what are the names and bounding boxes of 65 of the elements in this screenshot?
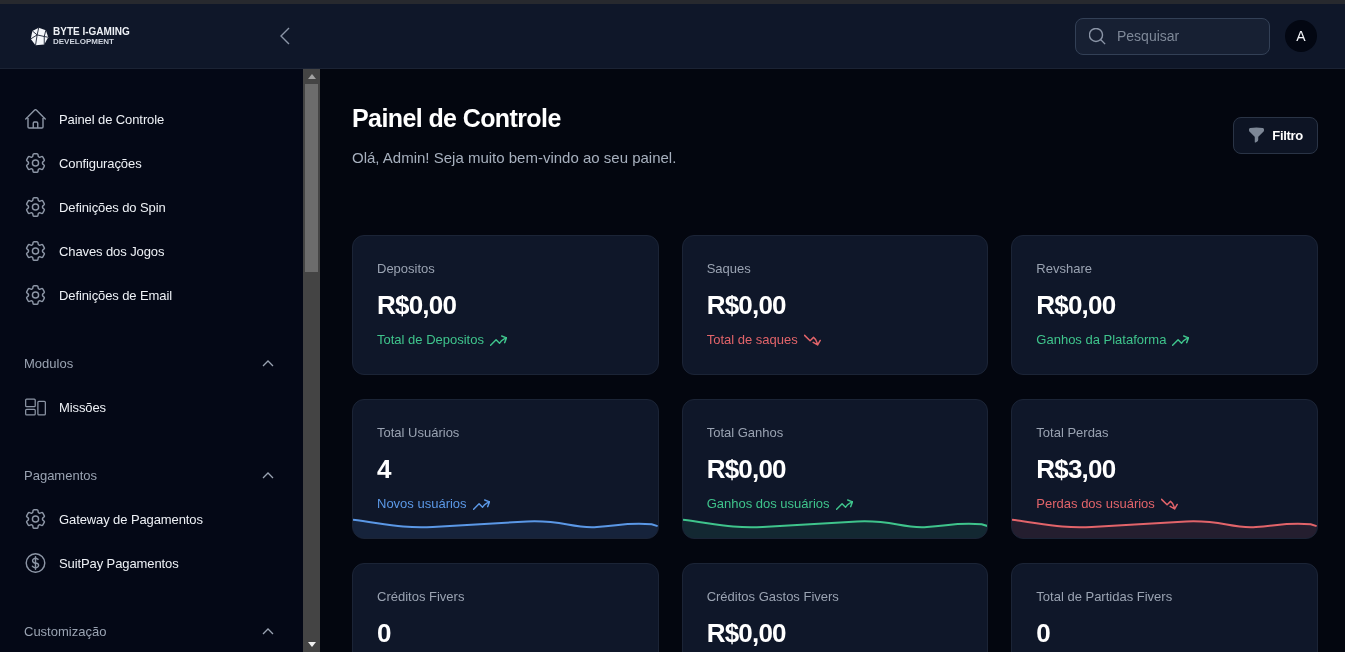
stat-value: R$0,00 [706, 289, 786, 322]
sidebar-item[interactable]: Missões [0, 385, 303, 429]
stat-value: R$0,00 [377, 289, 457, 322]
stat-label: Créditos Fivers [377, 588, 465, 606]
stat-label: Total Usuários [377, 424, 460, 442]
stat-label: Revshare [1036, 260, 1092, 278]
page-subtitle: Olá, Admin! Seja muito bem-vindo ao seu painel. [352, 148, 677, 168]
gear-icon [25, 197, 46, 217]
section-header[interactable]: Customização [0, 609, 303, 652]
stat-value: 0 [1036, 617, 1050, 650]
sidebar-item[interactable]: Definições do Spin [0, 185, 303, 229]
trend-down-icon [1160, 498, 1178, 510]
stat-label: Total de Partidas Fivers [1036, 588, 1173, 606]
trend-text: Ganhos dos usuários [706, 495, 830, 513]
sidebar-item[interactable]: Painel de Controle [0, 97, 303, 141]
gear-icon [25, 285, 46, 305]
trend-up-icon [489, 334, 507, 346]
stat-label: Créditos Gastos Fivers [706, 588, 839, 606]
stat-value: 4 [377, 453, 391, 486]
stat-label: Total Perdas [1036, 424, 1109, 442]
dollar-icon [25, 553, 46, 573]
logo-text: BYTE I-GAMING [53, 26, 130, 37]
section-header[interactable]: Modulos [0, 341, 303, 385]
layout-icon [25, 397, 46, 417]
scrollbar-thumb[interactable] [305, 84, 318, 272]
funnel-icon [1249, 127, 1265, 143]
section-header[interactable]: Pagamentos [0, 453, 303, 497]
search-field[interactable]: Pesquisar [1075, 17, 1270, 55]
gear-icon [25, 153, 46, 173]
logo-tagline: DEVELOPMENT [53, 37, 115, 46]
scroll-up-icon[interactable] [307, 74, 316, 79]
page-title: Painel de Controle [352, 103, 562, 134]
stat-value: R$0,00 [1036, 289, 1116, 322]
sidebar-item[interactable]: Configurações [0, 141, 303, 185]
trend-up-icon [835, 498, 853, 510]
trend-down-icon [803, 334, 821, 346]
stat-value: R$3,00 [1036, 453, 1116, 486]
sidebar-item[interactable]: Chaves dos Jogos [0, 229, 303, 273]
sidebar-item[interactable]: Gateway de Pagamentos [0, 497, 303, 541]
stat-value: 0 [377, 617, 391, 650]
stat-value: R$0,00 [706, 617, 786, 650]
search-icon [1089, 27, 1106, 45]
trend-text: Ganhos da Plataforma [1036, 331, 1167, 349]
home-icon [25, 109, 46, 129]
gear-icon [25, 509, 46, 529]
avatar-button[interactable]: A [1285, 20, 1317, 52]
trend-text: Novos usuários [377, 495, 467, 513]
sidebar-item[interactable]: Definições de Email [0, 273, 303, 317]
sidebar-item[interactable]: SuitPay Pagamentos [0, 541, 303, 585]
stat-label: Saques [706, 260, 751, 278]
logo-icon [30, 26, 49, 46]
stat-label: Total Ganhos [706, 424, 784, 442]
trend-text: Total de Depositos [377, 331, 484, 349]
stat-value: R$0,00 [706, 453, 786, 486]
trend-up-icon [472, 498, 490, 510]
filter-button[interactable]: Filtro [1233, 116, 1318, 154]
scroll-down-icon[interactable] [307, 642, 316, 647]
trend-text: Total de saques [706, 331, 798, 349]
collapse-sidebar-button[interactable] [280, 27, 290, 45]
trend-text: Perdas dos usuários [1036, 495, 1155, 513]
chevron-left-icon [280, 27, 290, 45]
scrollbar[interactable] [303, 69, 320, 652]
stat-label: Depositos [377, 260, 435, 278]
trend-up-icon [1172, 334, 1190, 346]
gear-icon [25, 241, 46, 261]
